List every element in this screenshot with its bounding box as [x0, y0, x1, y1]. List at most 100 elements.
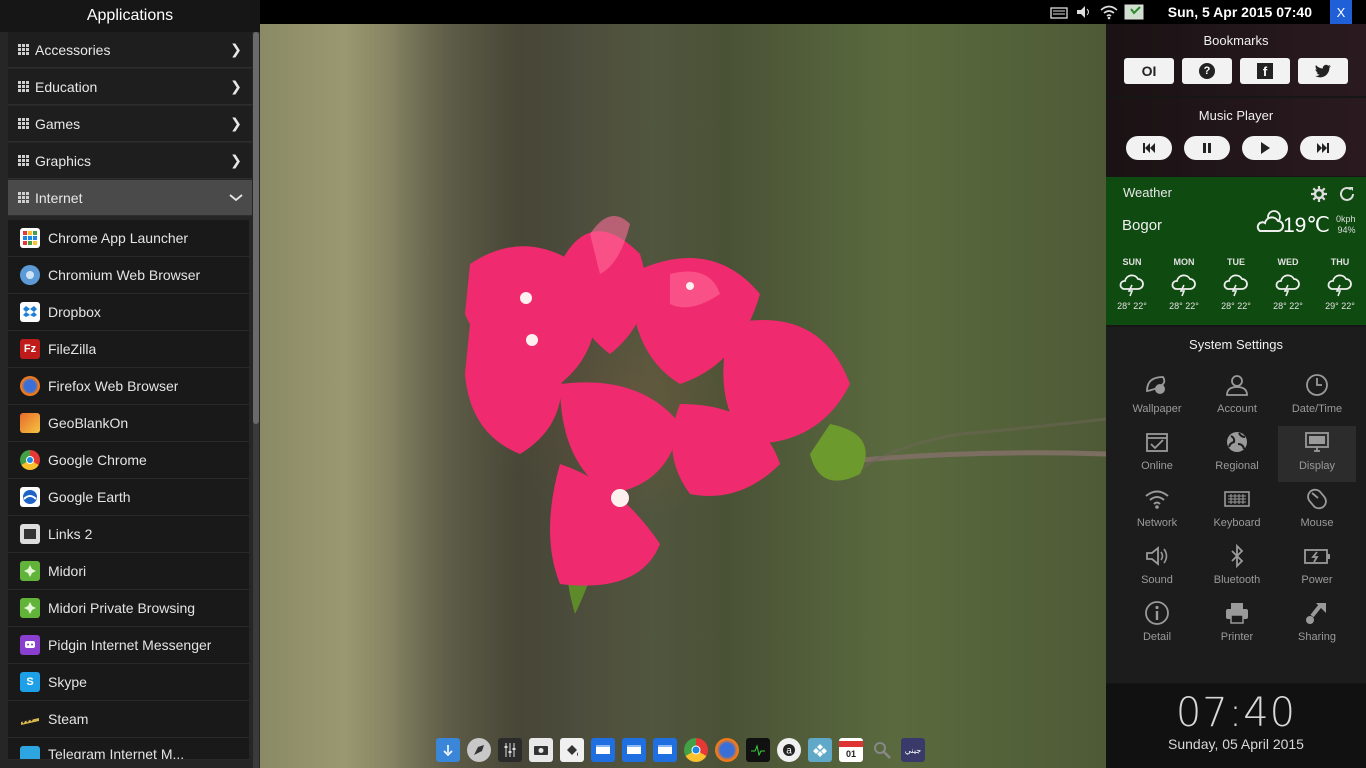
window-icon[interactable] [653, 738, 677, 762]
play-button[interactable] [1242, 136, 1288, 160]
bookmark-facebook[interactable]: f [1240, 58, 1290, 84]
category-education[interactable]: Education ❯ [8, 69, 252, 105]
menu-scrollbar-thumb[interactable] [253, 32, 259, 424]
chevron-right-icon: ❯ [230, 41, 242, 58]
home-icon[interactable] [436, 738, 460, 762]
volume-icon[interactable] [1073, 1, 1095, 23]
setting-wallpaper[interactable]: Wallpaper [1120, 369, 1194, 423]
category-grid-icon [18, 192, 29, 203]
setting-power[interactable]: Power [1280, 540, 1354, 594]
setting-label: Printer [1220, 631, 1254, 643]
system-settings-section: System Settings Wallpaper Account Date/T… [1106, 327, 1366, 683]
app-item-chrome-app-launcher[interactable]: Chrome App Launcher [8, 220, 249, 257]
setting-regional[interactable]: Regional [1200, 426, 1274, 480]
gear-icon[interactable] [1310, 185, 1328, 207]
app-item-midori[interactable]: Midori [8, 553, 249, 590]
app-item-google-earth[interactable]: Google Earth [8, 479, 249, 516]
next-icon [1317, 143, 1329, 153]
bookmark-blankon[interactable]: OI [1124, 58, 1174, 84]
app-item-chromium[interactable]: Chromium Web Browser [8, 257, 249, 294]
online-icon [1120, 426, 1194, 458]
category-internet[interactable]: Internet [8, 180, 252, 216]
facebook-icon: f [1257, 63, 1273, 79]
chevron-down-icon [226, 190, 246, 206]
app-item-steam[interactable]: Steam [8, 701, 249, 738]
firefox-icon[interactable] [715, 738, 739, 762]
weather-humidity: 94% [1337, 225, 1356, 235]
setting-label: Account [1217, 403, 1257, 415]
settings-title: System Settings [1189, 337, 1283, 352]
setting-account[interactable]: Account [1200, 369, 1274, 423]
forecast-temps: 28° 22° [1169, 301, 1199, 311]
pause-button[interactable] [1184, 136, 1230, 160]
window-icon[interactable] [591, 738, 615, 762]
app-item-google-chrome[interactable]: Google Chrome [8, 442, 249, 479]
app-item-firefox[interactable]: Firefox Web Browser [8, 368, 249, 405]
setting-mouse[interactable]: Mouse [1280, 483, 1354, 537]
setting-label: Regional [1215, 460, 1259, 472]
screenshot-icon[interactable] [529, 738, 553, 762]
wifi-icon[interactable] [1098, 1, 1120, 23]
app-item-telegram[interactable]: Telegram Internet M... [8, 738, 249, 760]
next-button[interactable] [1300, 136, 1346, 160]
keyboard-icon[interactable] [1048, 1, 1070, 23]
bookmark-twitter[interactable] [1298, 58, 1348, 84]
games-icon[interactable] [808, 738, 832, 762]
refresh-icon[interactable] [1338, 185, 1356, 207]
app-item-pidgin[interactable]: Pidgin Internet Messenger [8, 627, 249, 664]
setting-keyboard[interactable]: Keyboard [1200, 483, 1274, 537]
setting-label: Date/Time [1291, 403, 1343, 415]
setting-bluetooth[interactable]: Bluetooth [1200, 540, 1274, 594]
setting-label: Sound [1141, 574, 1173, 586]
app-icon[interactable]: جيني [901, 738, 925, 762]
thunderstorm-icon [1158, 273, 1210, 301]
app-label: GeoBlankOn [48, 415, 129, 431]
app-item-geoblankon[interactable]: GeoBlankOn [8, 405, 249, 442]
midori-private-icon [20, 598, 40, 618]
geoblankon-icon [20, 413, 40, 433]
app-item-links-2[interactable]: Links 2 [8, 516, 249, 553]
setting-sharing[interactable]: Sharing [1280, 597, 1354, 651]
setting-printer[interactable]: Printer [1200, 597, 1274, 651]
system-monitor-icon[interactable] [746, 738, 770, 762]
download-icon[interactable] [1123, 1, 1145, 23]
help-label: ? [1203, 65, 1211, 77]
mixer-icon[interactable] [498, 738, 522, 762]
setting-display[interactable]: Display [1278, 426, 1356, 482]
category-graphics[interactable]: Graphics ❯ [8, 143, 252, 179]
launcher-icon[interactable] [467, 738, 491, 762]
app-item-filezilla[interactable]: Fz FileZilla [8, 331, 249, 368]
setting-label: Mouse [1300, 517, 1334, 529]
setting-label: Detail [1142, 631, 1172, 643]
setting-sound[interactable]: Sound [1120, 540, 1194, 594]
topbar-clock[interactable]: Sun, 5 Apr 2015 07:40 [1168, 4, 1312, 20]
app-item-midori-private[interactable]: Midori Private Browsing [8, 590, 249, 627]
setting-datetime[interactable]: Date/Time [1280, 369, 1354, 423]
category-games[interactable]: Games ❯ [8, 106, 252, 142]
app-item-dropbox[interactable]: Dropbox [8, 294, 249, 331]
bookmarks-title: Bookmarks [1203, 33, 1269, 48]
side-panel: Bookmarks OI ? f Music Player Weather Bo… [1106, 24, 1366, 768]
setting-detail[interactable]: Detail [1120, 597, 1194, 651]
paint-icon[interactable] [560, 738, 584, 762]
dropbox-icon [20, 302, 40, 322]
category-accessories[interactable]: Accessories ❯ [8, 32, 252, 68]
close-button[interactable]: X [1330, 0, 1352, 24]
calendar-icon[interactable]: 01 [839, 738, 863, 762]
category-label: Education [35, 78, 98, 95]
google-earth-icon [20, 487, 40, 507]
menu-title: Applications [0, 0, 260, 32]
search-icon[interactable] [870, 738, 894, 762]
amazon-icon[interactable]: a [777, 738, 801, 762]
window-icon[interactable] [622, 738, 646, 762]
app-item-skype[interactable]: S Skype [8, 664, 249, 701]
setting-label: Wallpaper [1132, 403, 1182, 415]
previous-button[interactable] [1126, 136, 1172, 160]
bookmark-help[interactable]: ? [1182, 58, 1232, 84]
mouse-icon [1280, 483, 1354, 515]
setting-network[interactable]: Network [1120, 483, 1194, 537]
chrome-icon[interactable] [684, 738, 708, 762]
setting-online[interactable]: Online [1120, 426, 1194, 480]
forecast-day-name: WED [1277, 257, 1299, 267]
help-icon: ? [1199, 63, 1215, 79]
